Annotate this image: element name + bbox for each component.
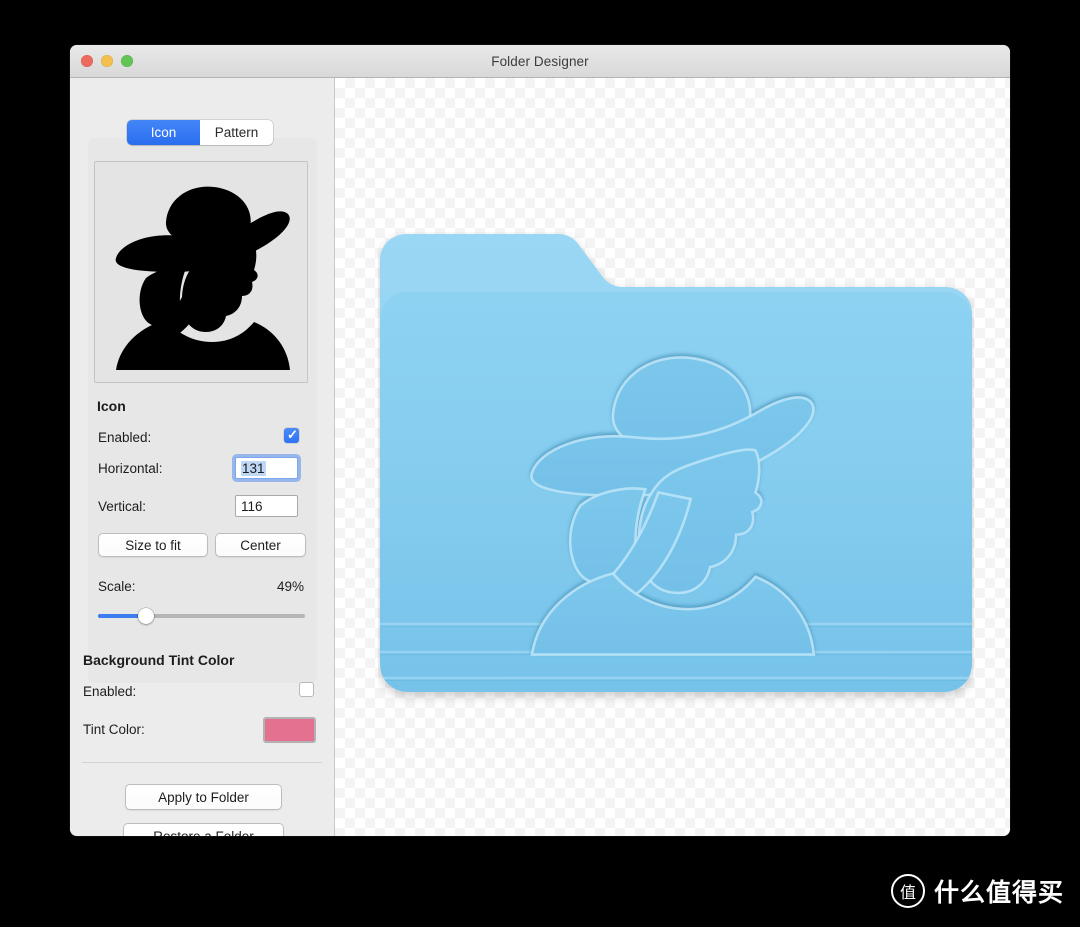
watermark-text: 什么值得买 (933, 878, 1064, 907)
tint-section-heading: Background Tint Color (83, 652, 235, 668)
horizontal-input[interactable]: 131 (235, 457, 298, 479)
apply-to-folder-button[interactable]: Apply to Folder (125, 784, 282, 810)
close-button-icon[interactable] (81, 55, 93, 67)
tint-enabled-checkbox[interactable] (299, 682, 314, 697)
vertical-label: Vertical: (98, 499, 147, 514)
vertical-input[interactable]: 116 (235, 495, 298, 517)
woman-with-hat-silhouette-icon (115, 186, 290, 370)
scale-label: Scale: (98, 579, 136, 594)
minimize-button-icon[interactable] (101, 55, 113, 67)
macos-folder-icon (380, 234, 972, 692)
window-body: Icon Pattern Icon Enabled: ✓ Horizontal:… (70, 78, 1010, 836)
tab-pattern[interactable]: Pattern (200, 120, 273, 145)
horizontal-input-value: 131 (241, 460, 266, 476)
window-title: Folder Designer (491, 53, 589, 69)
horizontal-label: Horizontal: (98, 461, 163, 476)
slider-knob[interactable] (137, 608, 154, 624)
title-bar: Folder Designer (70, 45, 1010, 78)
mode-segmented-control[interactable]: Icon Pattern (127, 120, 273, 145)
sidebar-panel: Icon Pattern Icon Enabled: ✓ Horizontal:… (70, 78, 335, 836)
app-window: Folder Designer Icon Pattern Icon Enable… (70, 45, 1010, 836)
traffic-light-group (81, 45, 133, 77)
maximize-button-icon[interactable] (121, 55, 133, 67)
icon-enabled-label: Enabled: (98, 430, 152, 445)
tint-color-swatch[interactable] (263, 717, 316, 743)
screen: Folder Designer Icon Pattern Icon Enable… (0, 0, 1080, 927)
vertical-input-value: 116 (241, 498, 263, 514)
size-to-fit-button[interactable]: Size to fit (98, 533, 208, 557)
icon-enabled-checkbox[interactable]: ✓ (284, 427, 299, 443)
center-button[interactable]: Center (215, 533, 306, 557)
watermark-logo-icon: 值 (890, 874, 925, 908)
folder-preview[interactable] (378, 232, 974, 707)
tint-color-label: Tint Color: (83, 722, 145, 737)
icon-section-heading: Icon (97, 398, 126, 414)
watermark: 值 什么值得买 (890, 873, 1064, 909)
sidebar-divider (82, 762, 322, 763)
tint-enabled-label: Enabled: (83, 684, 137, 699)
restore-a-folder-button[interactable]: Restore a Folder (123, 823, 284, 836)
scale-value: 49% (276, 579, 304, 594)
checkmark-icon: ✓ (287, 427, 298, 442)
tab-icon[interactable]: Icon (127, 120, 200, 145)
scale-slider[interactable] (98, 608, 305, 624)
preview-canvas (335, 78, 1010, 836)
icon-preview-well[interactable] (94, 161, 308, 383)
